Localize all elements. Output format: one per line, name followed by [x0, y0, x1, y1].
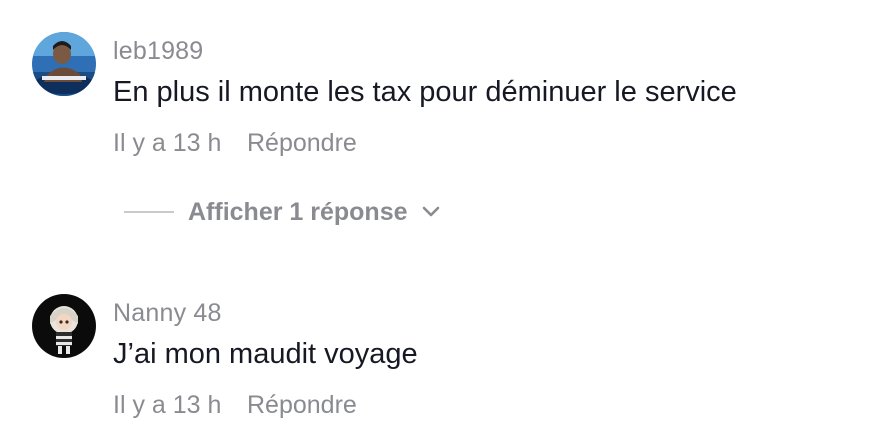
- comment-username[interactable]: Nanny 48: [113, 299, 222, 328]
- comment-username[interactable]: leb1989: [113, 37, 203, 66]
- view-replies-button[interactable]: Afficher 1 réponse: [124, 196, 440, 228]
- comment-text: En plus il monte les tax pour déminuer l…: [113, 76, 737, 108]
- avatar[interactable]: [32, 32, 96, 96]
- replies-divider: [124, 211, 174, 213]
- reply-button[interactable]: Répondre: [247, 391, 357, 420]
- comment-time: Il y a 13 h: [113, 129, 222, 157]
- comment-time: Il y a 13 h: [113, 391, 222, 419]
- user-cartoon-icon: [32, 294, 96, 358]
- user-photo-icon: [32, 32, 96, 96]
- chevron-down-icon: [422, 206, 440, 218]
- reply-button[interactable]: Répondre: [247, 129, 357, 158]
- comment-text: J’ai mon maudit voyage: [113, 338, 418, 370]
- view-replies-label: Afficher 1 réponse: [188, 197, 408, 226]
- avatar[interactable]: [32, 294, 96, 358]
